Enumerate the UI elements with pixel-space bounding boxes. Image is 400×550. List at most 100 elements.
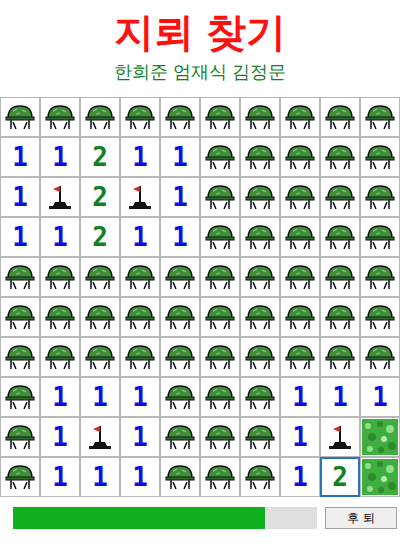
board-cell[interactable] [360, 257, 400, 297]
board-cell[interactable]: 1 [0, 217, 40, 257]
board-cell[interactable] [280, 97, 320, 137]
board-cell[interactable] [360, 97, 400, 137]
board-cell[interactable]: 1 [0, 177, 40, 217]
board-cell[interactable]: 1 [40, 217, 80, 257]
board-cell[interactable] [240, 97, 280, 137]
board-cell[interactable] [320, 177, 360, 217]
board-cell[interactable] [160, 257, 200, 297]
board-cell[interactable]: 1 [80, 377, 120, 417]
board-cell[interactable]: 1 [120, 377, 160, 417]
board-cell[interactable] [80, 297, 120, 337]
board-cell[interactable]: 1 [280, 377, 320, 417]
board-cell[interactable]: 2 [80, 217, 120, 257]
board-cell[interactable] [120, 337, 160, 377]
board-cell[interactable]: 1 [160, 217, 200, 257]
board-cell[interactable] [280, 217, 320, 257]
board-cell[interactable] [200, 137, 240, 177]
board-cell[interactable] [200, 457, 240, 497]
board-cell[interactable] [40, 257, 80, 297]
board-cell[interactable] [200, 97, 240, 137]
board-cell[interactable] [200, 177, 240, 217]
board-cell[interactable]: 1 [280, 457, 320, 497]
board-cell[interactable]: 1 [120, 137, 160, 177]
board-cell[interactable] [320, 137, 360, 177]
board-cell[interactable] [240, 457, 280, 497]
board-cell[interactable]: 1 [280, 417, 320, 457]
board-cell[interactable] [0, 97, 40, 137]
board-cell[interactable] [360, 177, 400, 217]
board-cell[interactable]: 1 [120, 457, 160, 497]
board-cell[interactable] [120, 257, 160, 297]
board-cell[interactable] [320, 417, 360, 457]
board-cell[interactable] [360, 337, 400, 377]
board-cell[interactable] [240, 217, 280, 257]
board-cell[interactable] [280, 177, 320, 217]
board-cell[interactable]: 1 [120, 217, 160, 257]
board-cell[interactable] [0, 377, 40, 417]
board-cell[interactable] [0, 297, 40, 337]
board-cell[interactable] [40, 297, 80, 337]
board-cell[interactable] [240, 377, 280, 417]
board-cell[interactable]: 1 [40, 417, 80, 457]
board-cell[interactable]: 1 [160, 177, 200, 217]
board-cell[interactable] [200, 337, 240, 377]
board-cell[interactable] [120, 297, 160, 337]
board-cell[interactable] [200, 377, 240, 417]
board-cell[interactable] [160, 97, 200, 137]
board-cell[interactable] [160, 417, 200, 457]
board-cell[interactable] [0, 457, 40, 497]
board-cell[interactable] [240, 177, 280, 217]
board-cell[interactable]: 2 [80, 137, 120, 177]
board-cell[interactable] [280, 257, 320, 297]
board-cell[interactable]: 1 [80, 457, 120, 497]
board-cell[interactable] [360, 137, 400, 177]
board-cell[interactable] [320, 297, 360, 337]
board-cell[interactable] [240, 337, 280, 377]
board-cell[interactable] [240, 137, 280, 177]
board-cell[interactable] [160, 377, 200, 417]
board-cell[interactable] [40, 337, 80, 377]
board-cell[interactable] [360, 217, 400, 257]
board-cell[interactable] [200, 257, 240, 297]
board-cell[interactable] [200, 217, 240, 257]
board-cell[interactable] [0, 337, 40, 377]
board-cell[interactable]: 1 [40, 137, 80, 177]
board-cell[interactable] [320, 217, 360, 257]
board-cell[interactable] [200, 417, 240, 457]
board-cell[interactable] [80, 417, 120, 457]
board-cell[interactable] [360, 417, 400, 457]
board-cell[interactable] [160, 457, 200, 497]
board-cell[interactable] [120, 97, 160, 137]
board-cell[interactable] [320, 97, 360, 137]
board-cell[interactable]: 1 [120, 417, 160, 457]
board-cell[interactable] [280, 137, 320, 177]
board-cell[interactable]: 1 [360, 377, 400, 417]
board-cell[interactable] [360, 457, 400, 497]
board-cell[interactable] [320, 337, 360, 377]
board-cell[interactable]: 1 [320, 377, 360, 417]
board-cell[interactable]: 1 [40, 457, 80, 497]
board-cell[interactable] [360, 297, 400, 337]
board-cell[interactable]: 1 [40, 377, 80, 417]
board-cell[interactable] [160, 297, 200, 337]
board-cell[interactable] [40, 97, 80, 137]
board-cell[interactable] [240, 417, 280, 457]
board-cell[interactable]: 2 [320, 457, 360, 497]
board-cell[interactable] [240, 257, 280, 297]
retreat-button[interactable]: 후 퇴 [325, 507, 397, 529]
board-cell[interactable] [80, 97, 120, 137]
board-cell[interactable] [80, 257, 120, 297]
board-cell[interactable] [320, 257, 360, 297]
board-cell[interactable] [80, 337, 120, 377]
board-cell[interactable]: 2 [80, 177, 120, 217]
board-cell[interactable] [160, 337, 200, 377]
board-cell[interactable] [120, 177, 160, 217]
board-cell[interactable]: 1 [160, 137, 200, 177]
board-cell[interactable] [200, 297, 240, 337]
board-cell[interactable] [280, 337, 320, 377]
board-cell[interactable] [0, 257, 40, 297]
board-cell[interactable] [280, 297, 320, 337]
board-cell[interactable] [240, 297, 280, 337]
board-cell[interactable] [0, 417, 40, 457]
board-cell[interactable] [40, 177, 80, 217]
